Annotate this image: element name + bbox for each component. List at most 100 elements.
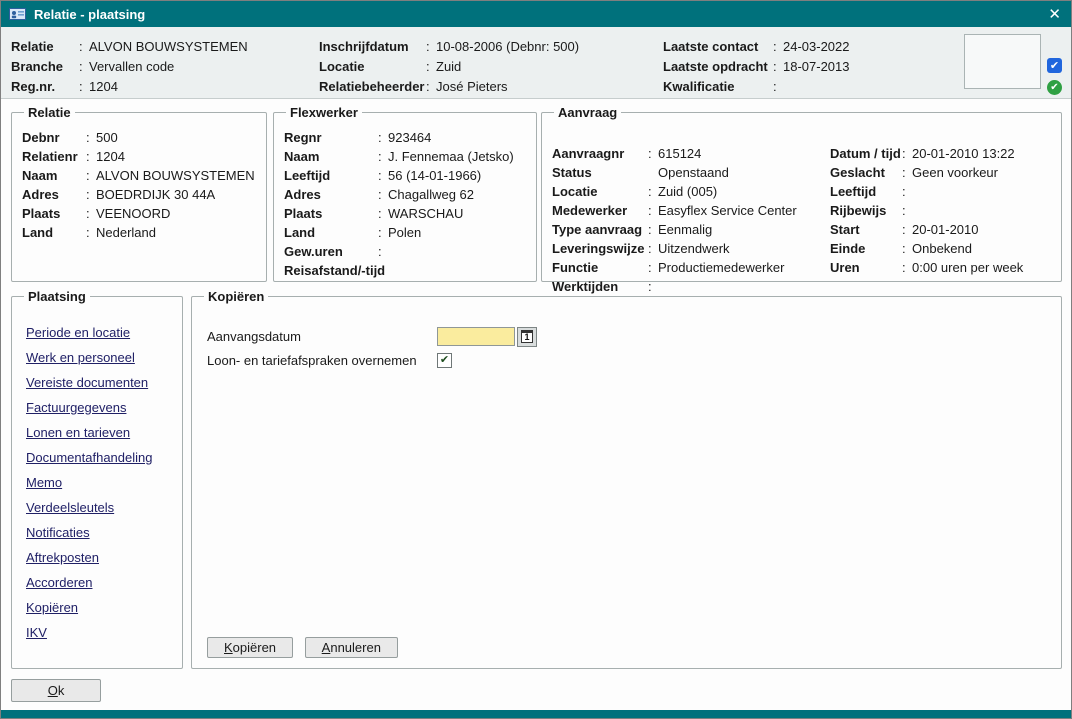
field-row: Uren:0:00 uren per week <box>830 258 1023 277</box>
header-field-row: Branche:Vervallen code <box>11 57 248 77</box>
field-value: ALVON BOUWSYSTEMEN <box>96 168 255 183</box>
field-row: Rijbewijs: <box>830 201 1023 220</box>
link-verdeelsleutels[interactable]: Verdeelsleutels <box>26 495 172 520</box>
window-title: Relatie - plaatsing <box>34 7 1048 22</box>
field-value: 10-08-2006 (Debnr: 500) <box>436 39 579 54</box>
field-label: Naam <box>22 166 86 185</box>
link-vereiste-documenten[interactable]: Vereiste documenten <box>26 370 172 395</box>
field-label: Functie <box>552 258 648 277</box>
field-label: Medewerker <box>552 201 648 220</box>
field-value: Zuid <box>436 59 461 74</box>
field-value: Openstaand <box>658 165 729 180</box>
header-column-relatie: Relatie:ALVON BOUWSYSTEMEN Branche:Verva… <box>11 37 248 97</box>
field-row: Plaats:VEENOORD <box>22 204 256 223</box>
link-factuurgegevens[interactable]: Factuurgegevens <box>26 395 172 420</box>
photo-placeholder <box>964 34 1041 89</box>
field-value: 1204 <box>89 79 118 94</box>
field-row: Naam:ALVON BOUWSYSTEMEN <box>22 166 256 185</box>
fieldset-legend: Kopiëren <box>204 289 268 304</box>
field-row: Geslacht:Geen voorkeur <box>830 163 1023 182</box>
field-row: Plaats:WARSCHAU <box>284 204 526 223</box>
link-ikv[interactable]: IKV <box>26 620 172 645</box>
header-summary: Relatie:ALVON BOUWSYSTEMEN Branche:Verva… <box>1 27 1071 99</box>
link-aftrekposten[interactable]: Aftrekposten <box>26 545 172 570</box>
field-label: Aanvraagnr <box>552 144 648 163</box>
link-kopieren[interactable]: Kopiëren <box>26 595 172 620</box>
field-label: Reg.nr. <box>11 77 79 97</box>
field-row: Medewerker:Easyflex Service Center <box>552 201 797 220</box>
field-value: 20-01-2010 <box>912 222 979 237</box>
fieldset-legend: Relatie <box>24 105 75 120</box>
field-row: Leeftijd:56 (14-01-1966) <box>284 166 526 185</box>
link-memo[interactable]: Memo <box>26 470 172 495</box>
aanvangsdatum-input[interactable] <box>437 327 515 346</box>
field-row: Datum / tijd:20-01-2010 13:22 <box>830 144 1023 163</box>
aanvangsdatum-label: Aanvangsdatum <box>207 329 437 344</box>
overnemen-label: Loon- en tariefafspraken overnemen <box>207 353 437 368</box>
field-value: 923464 <box>388 130 431 145</box>
field-label: Adres <box>284 185 378 204</box>
field-label: Start <box>830 220 902 239</box>
link-werk-en-personeel[interactable]: Werk en personeel <box>26 345 172 370</box>
field-value: Nederland <box>96 225 156 240</box>
field-value: 24-03-2022 <box>783 39 850 54</box>
field-row: Debnr:500 <box>22 128 256 147</box>
fieldset-aanvraag: Aanvraag Aanvraagnr:615124 StatusOpensta… <box>541 105 1062 282</box>
header-column-laatste: Laatste contact:24-03-2022 Laatste opdra… <box>663 37 850 97</box>
field-label: Kwalificatie <box>663 77 773 97</box>
field-label: Relatie <box>11 37 79 57</box>
field-value: Eenmalig <box>658 222 712 237</box>
field-row: Adres:BOEDRDIJK 30 44A <box>22 185 256 204</box>
header-field-row: Laatste opdracht:18-07-2013 <box>663 57 850 77</box>
field-label: Type aanvraag <box>552 220 648 239</box>
header-field-row: Kwalificatie: <box>663 77 850 97</box>
field-row: Leeftijd: <box>830 182 1023 201</box>
field-value: 500 <box>96 130 118 145</box>
field-label: Uren <box>830 258 902 277</box>
fieldset-legend: Flexwerker <box>286 105 362 120</box>
annuleren-button[interactable]: Annuleren <box>305 637 398 658</box>
link-notificaties[interactable]: Notificaties <box>26 520 172 545</box>
field-value: 20-01-2010 13:22 <box>912 146 1015 161</box>
field-label: Plaats <box>22 204 86 223</box>
status-ok-icon: ✔ <box>1047 80 1062 95</box>
field-label: Leeftijd <box>284 166 378 185</box>
field-row: Relatienr:1204 <box>22 147 256 166</box>
link-accorderen[interactable]: Accorderen <box>26 570 172 595</box>
kopieren-button-row: Kopiëren Annuleren <box>207 637 406 658</box>
field-label: Plaats <box>284 204 378 223</box>
field-row: Type aanvraag:Eenmalig <box>552 220 797 239</box>
close-icon[interactable]: ✕ <box>1048 7 1061 22</box>
link-lonen-en-tarieven[interactable]: Lonen en tarieven <box>26 420 172 445</box>
kopieren-button[interactable]: Kopiëren <box>207 637 293 658</box>
field-label: Rijbewijs <box>830 201 902 220</box>
fieldset-flexwerker: Flexwerker Regnr:923464 Naam:J. Fennemaa… <box>273 105 537 282</box>
field-row: Locatie:Zuid (005) <box>552 182 797 201</box>
aanvraag-right-column: Datum / tijd:20-01-2010 13:22 Geslacht:G… <box>830 144 1023 277</box>
field-label: Relatiebeheerder <box>319 77 426 97</box>
aanvangsdatum-row: Aanvangsdatum 1 <box>207 326 537 347</box>
fieldset-plaatsing: Plaatsing Periode en locatie Werk en per… <box>11 289 183 669</box>
field-value: Zuid (005) <box>658 184 717 199</box>
ok-button[interactable]: Ok <box>11 679 101 702</box>
fieldset-kopieren: Kopiëren Aanvangsdatum 1 Loon- en tarief… <box>191 289 1062 669</box>
field-value: 615124 <box>658 146 701 161</box>
header-blue-checkbox[interactable]: ✔ <box>1047 58 1062 73</box>
field-label: Geslacht <box>830 163 902 182</box>
overnemen-checkbox[interactable]: ✔ <box>437 353 452 368</box>
field-row: StatusOpenstaand <box>552 163 797 182</box>
field-row: Adres:Chagallweg 62 <box>284 185 526 204</box>
field-value: 0:00 uren per week <box>912 260 1023 275</box>
field-value: Vervallen code <box>89 59 174 74</box>
field-value: Geen voorkeur <box>912 165 998 180</box>
link-documentafhandeling[interactable]: Documentafhandeling <box>26 445 172 470</box>
field-row: Land:Nederland <box>22 223 256 242</box>
field-label: Land <box>284 223 378 242</box>
calendar-button[interactable]: 1 <box>517 327 537 347</box>
field-value: Onbekend <box>912 241 972 256</box>
field-label: Laatste contact <box>663 37 773 57</box>
field-row: Leveringswijze:Uitzendwerk <box>552 239 797 258</box>
field-value: Productiemedewerker <box>658 260 784 275</box>
link-periode-en-locatie[interactable]: Periode en locatie <box>26 320 172 345</box>
header-field-row: Relatiebeheerder:José Pieters <box>319 77 579 97</box>
